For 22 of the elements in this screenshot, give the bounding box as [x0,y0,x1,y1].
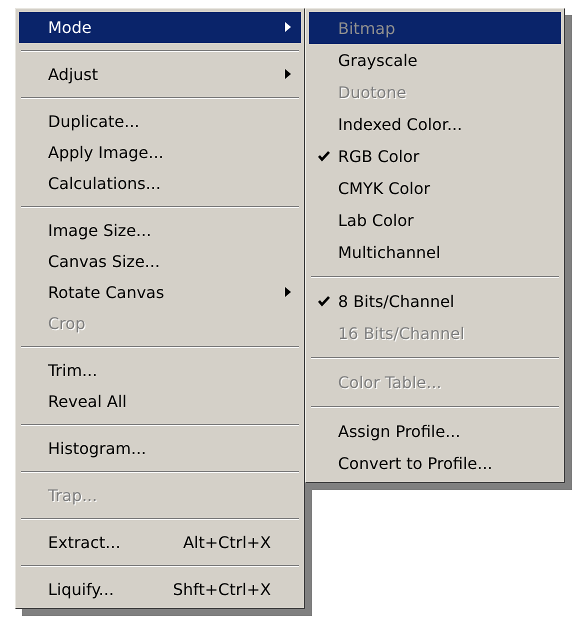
menu-item[interactable]: Grayscale [309,44,561,76]
menu-item[interactable]: RGB Color [309,140,561,172]
menu-item[interactable]: Trim... [19,355,301,386]
menu-item[interactable]: Indexed Color... [309,108,561,140]
menu-item[interactable]: Canvas Size... [19,246,301,277]
menu-item[interactable]: Lab Color [309,204,561,236]
menu-item[interactable]: 8 Bits/Channel [309,285,561,317]
menu-item[interactable]: Liquify... Shft+Ctrl+X [19,574,301,605]
menu-item[interactable]: Rotate Canvas [19,277,301,308]
menu-item[interactable]: Assign Profile... [309,415,561,447]
menu-item[interactable]: CMYK Color [309,172,561,204]
menu-item[interactable]: Image Size... [19,215,301,246]
menu-item[interactable]: Calculations... [19,168,301,199]
menu-item[interactable]: Reveal All [19,386,301,417]
menu-item[interactable]: Duplicate... [19,106,301,137]
menu-item[interactable]: Adjust [19,59,301,90]
menu-item[interactable]: Histogram... [19,433,301,464]
menu-item[interactable]: Multichannel [309,236,561,268]
menu-item[interactable]: Apply Image... [19,137,301,168]
menu-item[interactable]: Extract... Alt+Ctrl+X [19,527,301,558]
menu-item[interactable]: Mode [19,12,301,43]
menu-item[interactable]: Convert to Profile... [309,447,561,479]
